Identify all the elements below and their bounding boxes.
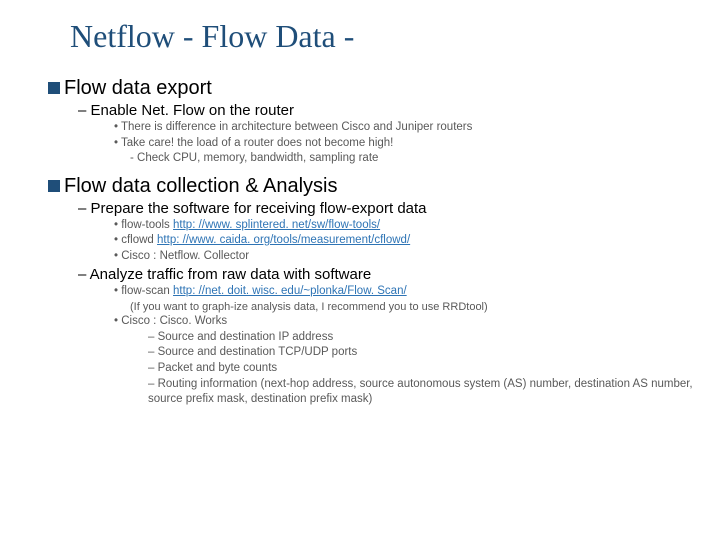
bullet-item: Cisco : Cisco. Works xyxy=(114,314,720,330)
sub-bullet-item: Source and destination IP address xyxy=(148,330,720,346)
sub-bullet-item: Packet and byte counts xyxy=(148,361,720,377)
slide-title: Netflow - Flow Data - xyxy=(70,18,720,55)
section-heading: Flow data export xyxy=(48,77,720,100)
sub-bullet-item: Source and destination TCP/UDP ports xyxy=(148,345,720,361)
link[interactable]: http: //net. doit. wisc. edu/~plonka/Flo… xyxy=(173,285,407,297)
bullet-item: flow-tools http: //www. splintered. net/… xyxy=(114,218,720,234)
section-heading: Flow data collection & Analysis xyxy=(48,175,720,198)
sub-bullet-item: Routing information (next-hop address, s… xyxy=(148,377,720,408)
bullet-item: flow-scan http: //net. doit. wisc. edu/~… xyxy=(114,284,720,300)
subheading: – Enable Net. Flow on the router xyxy=(78,102,720,119)
bullet-item: Take care! the load of a router does not… xyxy=(114,136,720,152)
subheading: – Analyze traffic from raw data with sof… xyxy=(78,266,720,283)
bullet-prefix: cflowd xyxy=(114,234,157,246)
note-text: (If you want to graph-ize analysis data,… xyxy=(130,300,720,315)
bullet-prefix: flow-tools xyxy=(114,219,173,231)
link[interactable]: http: //www. caida. org/tools/measuremen… xyxy=(157,234,410,246)
slide: Netflow - Flow Data - Flow data export –… xyxy=(0,0,720,408)
bullet-item: Cisco : Netflow. Collector xyxy=(114,249,720,265)
bullet-square-icon xyxy=(48,180,60,192)
subheading: – Prepare the software for receiving flo… xyxy=(78,200,720,217)
sub-bullet-item: Check CPU, memory, bandwidth, sampling r… xyxy=(130,151,720,167)
section-heading-text: Flow data collection & Analysis xyxy=(64,175,337,197)
link[interactable]: http: //www. splintered. net/sw/flow-too… xyxy=(173,219,380,231)
bullet-prefix: flow-scan xyxy=(114,285,173,297)
bullet-item: There is difference in architecture betw… xyxy=(114,120,720,136)
bullet-square-icon xyxy=(48,82,60,94)
section-heading-text: Flow data export xyxy=(64,77,212,99)
bullet-item: cflowd http: //www. caida. org/tools/mea… xyxy=(114,233,720,249)
